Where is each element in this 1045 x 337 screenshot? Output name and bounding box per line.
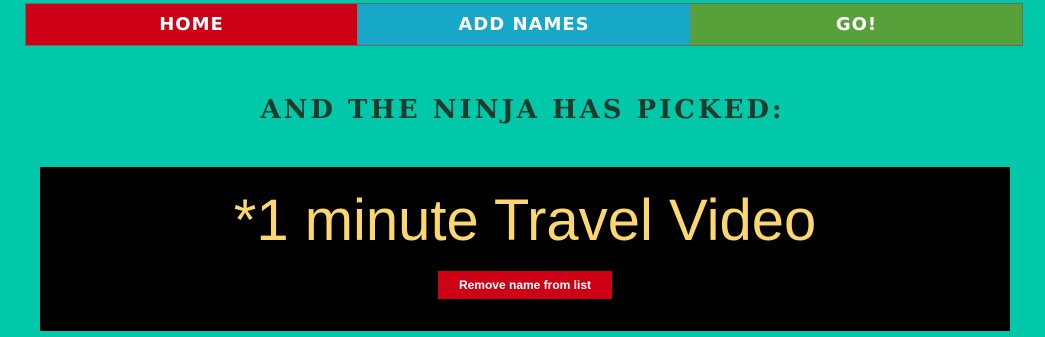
nav-add-names-button[interactable]: ADD NAMES xyxy=(358,4,691,45)
nav-home-button[interactable]: HOME xyxy=(26,4,358,45)
remove-name-button[interactable]: Remove name from list xyxy=(438,271,612,299)
page-heading: AND THE NINJA HAS PICKED: xyxy=(260,95,785,125)
picked-name-text: *1 minute Travel Video xyxy=(233,188,817,253)
top-navigation: HOME ADD NAMES GO! xyxy=(25,3,1023,46)
nav-go-button[interactable]: GO! xyxy=(691,4,1022,45)
picked-result-panel: *1 minute Travel Video Remove name from … xyxy=(40,167,1010,331)
